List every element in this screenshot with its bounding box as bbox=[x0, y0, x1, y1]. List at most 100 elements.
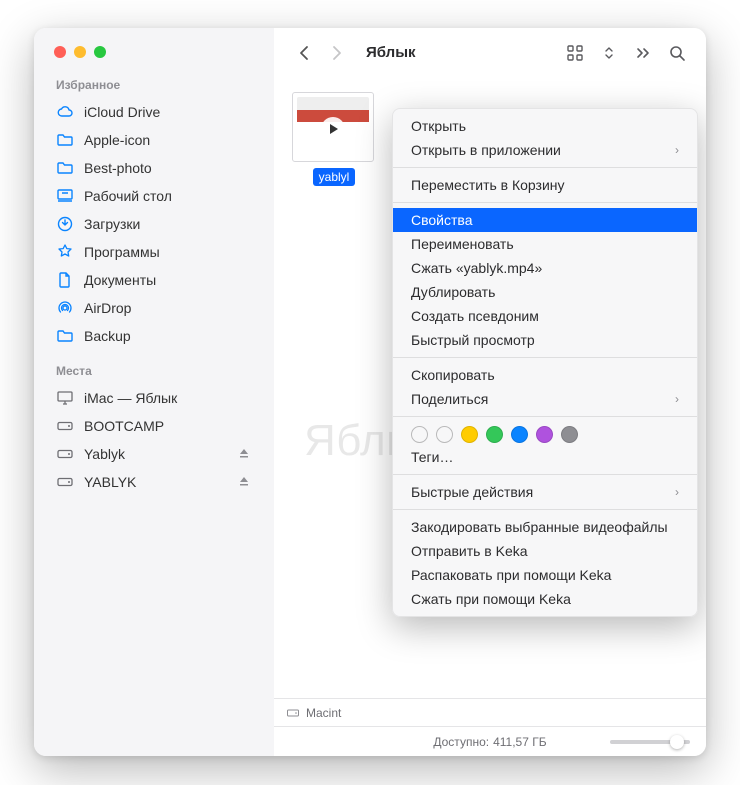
folder-icon bbox=[56, 131, 74, 149]
sidebar-item-yablyk[interactable]: YABLYK bbox=[34, 468, 274, 496]
sidebar-item--[interactable]: Документы bbox=[34, 266, 274, 294]
sidebar-item-imac-[interactable]: iMac — Яблык bbox=[34, 384, 274, 412]
path-bar[interactable]: Macint bbox=[274, 698, 706, 726]
sidebar-item-label: AirDrop bbox=[84, 300, 131, 316]
sidebar-item-label: Документы bbox=[84, 272, 156, 288]
file-item[interactable]: yablyl bbox=[292, 92, 376, 191]
sidebar-item-yablyk[interactable]: Yablyk bbox=[34, 440, 274, 468]
menu-alias[interactable]: Создать псевдоним bbox=[393, 304, 697, 328]
menu-duplicate[interactable]: Дублировать bbox=[393, 280, 697, 304]
menu-tags-row bbox=[393, 422, 697, 445]
sidebar-item--[interactable]: Программы bbox=[34, 238, 274, 266]
menu-encode[interactable]: Закодировать выбранные видеофайлы bbox=[393, 515, 697, 539]
file-name-label[interactable]: yablyl bbox=[313, 168, 356, 186]
forward-button[interactable] bbox=[326, 42, 348, 64]
menu-open[interactable]: Открыть bbox=[393, 114, 697, 138]
view-options-icon[interactable] bbox=[598, 42, 620, 64]
sidebar-item-label: Apple-icon bbox=[84, 132, 150, 148]
chevron-right-icon: › bbox=[675, 485, 679, 499]
favorites-header: Избранное bbox=[34, 78, 274, 98]
tag-color[interactable] bbox=[536, 426, 553, 443]
documents-icon bbox=[56, 271, 74, 289]
sidebar-item--[interactable]: Рабочий стол bbox=[34, 182, 274, 210]
sidebar-item-bootcamp[interactable]: BOOTCAMP bbox=[34, 412, 274, 440]
sidebar-item-label: Загрузки bbox=[84, 216, 140, 232]
sidebar-item-icloud-drive[interactable]: iCloud Drive bbox=[34, 98, 274, 126]
apps-icon bbox=[56, 243, 74, 261]
file-area[interactable]: yablyl Яблык Открыть Открыть в приложени… bbox=[274, 78, 706, 698]
menu-quicklook[interactable]: Быстрый просмотр bbox=[393, 328, 697, 352]
sidebar-item-backup[interactable]: Backup bbox=[34, 322, 274, 350]
menu-rename[interactable]: Переименовать bbox=[393, 232, 697, 256]
menu-separator bbox=[393, 167, 697, 168]
more-toolbar-icon[interactable] bbox=[632, 42, 654, 64]
menu-share[interactable]: Поделиться› bbox=[393, 387, 697, 411]
sidebar-item-airdrop[interactable]: AirDrop bbox=[34, 294, 274, 322]
sidebar-item-label: iMac — Яблык bbox=[84, 390, 177, 406]
sidebar-item-label: iCloud Drive bbox=[84, 104, 160, 120]
sidebar-item-label: Yablyk bbox=[84, 446, 125, 462]
status-bar: Доступно: 411,57 ГБ bbox=[274, 726, 706, 756]
sidebar-item--[interactable]: Загрузки bbox=[34, 210, 274, 238]
disk-icon bbox=[56, 473, 74, 491]
main-area: Яблык yablyl Яблык bbox=[274, 28, 706, 756]
tag-color[interactable] bbox=[511, 426, 528, 443]
close-window-button[interactable] bbox=[54, 46, 66, 58]
folder-icon bbox=[56, 159, 74, 177]
menu-unpack-keka[interactable]: Распаковать при помощи Keka bbox=[393, 563, 697, 587]
places-header: Места bbox=[34, 364, 274, 384]
menu-separator bbox=[393, 202, 697, 203]
menu-separator bbox=[393, 416, 697, 417]
menu-send-keka[interactable]: Отправить в Keka bbox=[393, 539, 697, 563]
menu-get-info[interactable]: Свойства bbox=[393, 208, 697, 232]
zoom-window-button[interactable] bbox=[94, 46, 106, 58]
sidebar: Избранное iCloud Drive Apple-icon Best-pho… bbox=[34, 28, 274, 756]
sidebar-item-label: Backup bbox=[84, 328, 131, 344]
sidebar-item-best-photo[interactable]: Best-photo bbox=[34, 154, 274, 182]
menu-separator bbox=[393, 357, 697, 358]
back-button[interactable] bbox=[292, 42, 314, 64]
tag-color[interactable] bbox=[436, 426, 453, 443]
file-thumbnail[interactable] bbox=[292, 92, 374, 162]
tag-color[interactable] bbox=[411, 426, 428, 443]
tag-color[interactable] bbox=[486, 426, 503, 443]
play-icon bbox=[321, 117, 345, 141]
sidebar-item-label: Программы bbox=[84, 244, 160, 260]
sidebar-item-label: Best-photo bbox=[84, 160, 152, 176]
search-icon[interactable] bbox=[666, 42, 688, 64]
eject-icon[interactable] bbox=[238, 447, 252, 461]
sidebar-item-label: YABLYK bbox=[84, 474, 136, 490]
icon-size-slider[interactable] bbox=[610, 740, 690, 744]
menu-copy[interactable]: Скопировать bbox=[393, 363, 697, 387]
menu-trash[interactable]: Переместить в Корзину bbox=[393, 173, 697, 197]
disk-icon bbox=[286, 706, 300, 720]
menu-separator bbox=[393, 474, 697, 475]
available-value: 411,57 ГБ bbox=[493, 735, 547, 749]
tag-color[interactable] bbox=[461, 426, 478, 443]
context-menu: Открыть Открыть в приложении› Переместит… bbox=[392, 108, 698, 617]
sidebar-item-label: BOOTCAMP bbox=[84, 418, 164, 434]
window-title: Яблык bbox=[366, 44, 416, 61]
menu-tags[interactable]: Теги… bbox=[393, 445, 697, 469]
imac-icon bbox=[56, 389, 74, 407]
path-root[interactable]: Macint bbox=[306, 706, 341, 720]
tag-color[interactable] bbox=[561, 426, 578, 443]
sidebar-item-apple-icon[interactable]: Apple-icon bbox=[34, 126, 274, 154]
finder-window: Избранное iCloud Drive Apple-icon Best-pho… bbox=[34, 28, 706, 756]
view-icon-grid[interactable] bbox=[564, 42, 586, 64]
cloud-icon bbox=[56, 103, 74, 121]
toolbar: Яблык bbox=[274, 28, 706, 78]
sidebar-item-label: Рабочий стол bbox=[84, 188, 172, 204]
menu-compress-keka[interactable]: Сжать при помощи Keka bbox=[393, 587, 697, 611]
minimize-window-button[interactable] bbox=[74, 46, 86, 58]
disk-icon bbox=[56, 417, 74, 435]
menu-compress[interactable]: Сжать «yablyk.mp4» bbox=[393, 256, 697, 280]
folder-icon bbox=[56, 327, 74, 345]
menu-open-with[interactable]: Открыть в приложении› bbox=[393, 138, 697, 162]
traffic-lights bbox=[34, 46, 274, 78]
eject-icon[interactable] bbox=[238, 475, 252, 489]
desktop-icon bbox=[56, 187, 74, 205]
airdrop-icon bbox=[56, 299, 74, 317]
menu-quick-actions[interactable]: Быстрые действия› bbox=[393, 480, 697, 504]
menu-separator bbox=[393, 509, 697, 510]
